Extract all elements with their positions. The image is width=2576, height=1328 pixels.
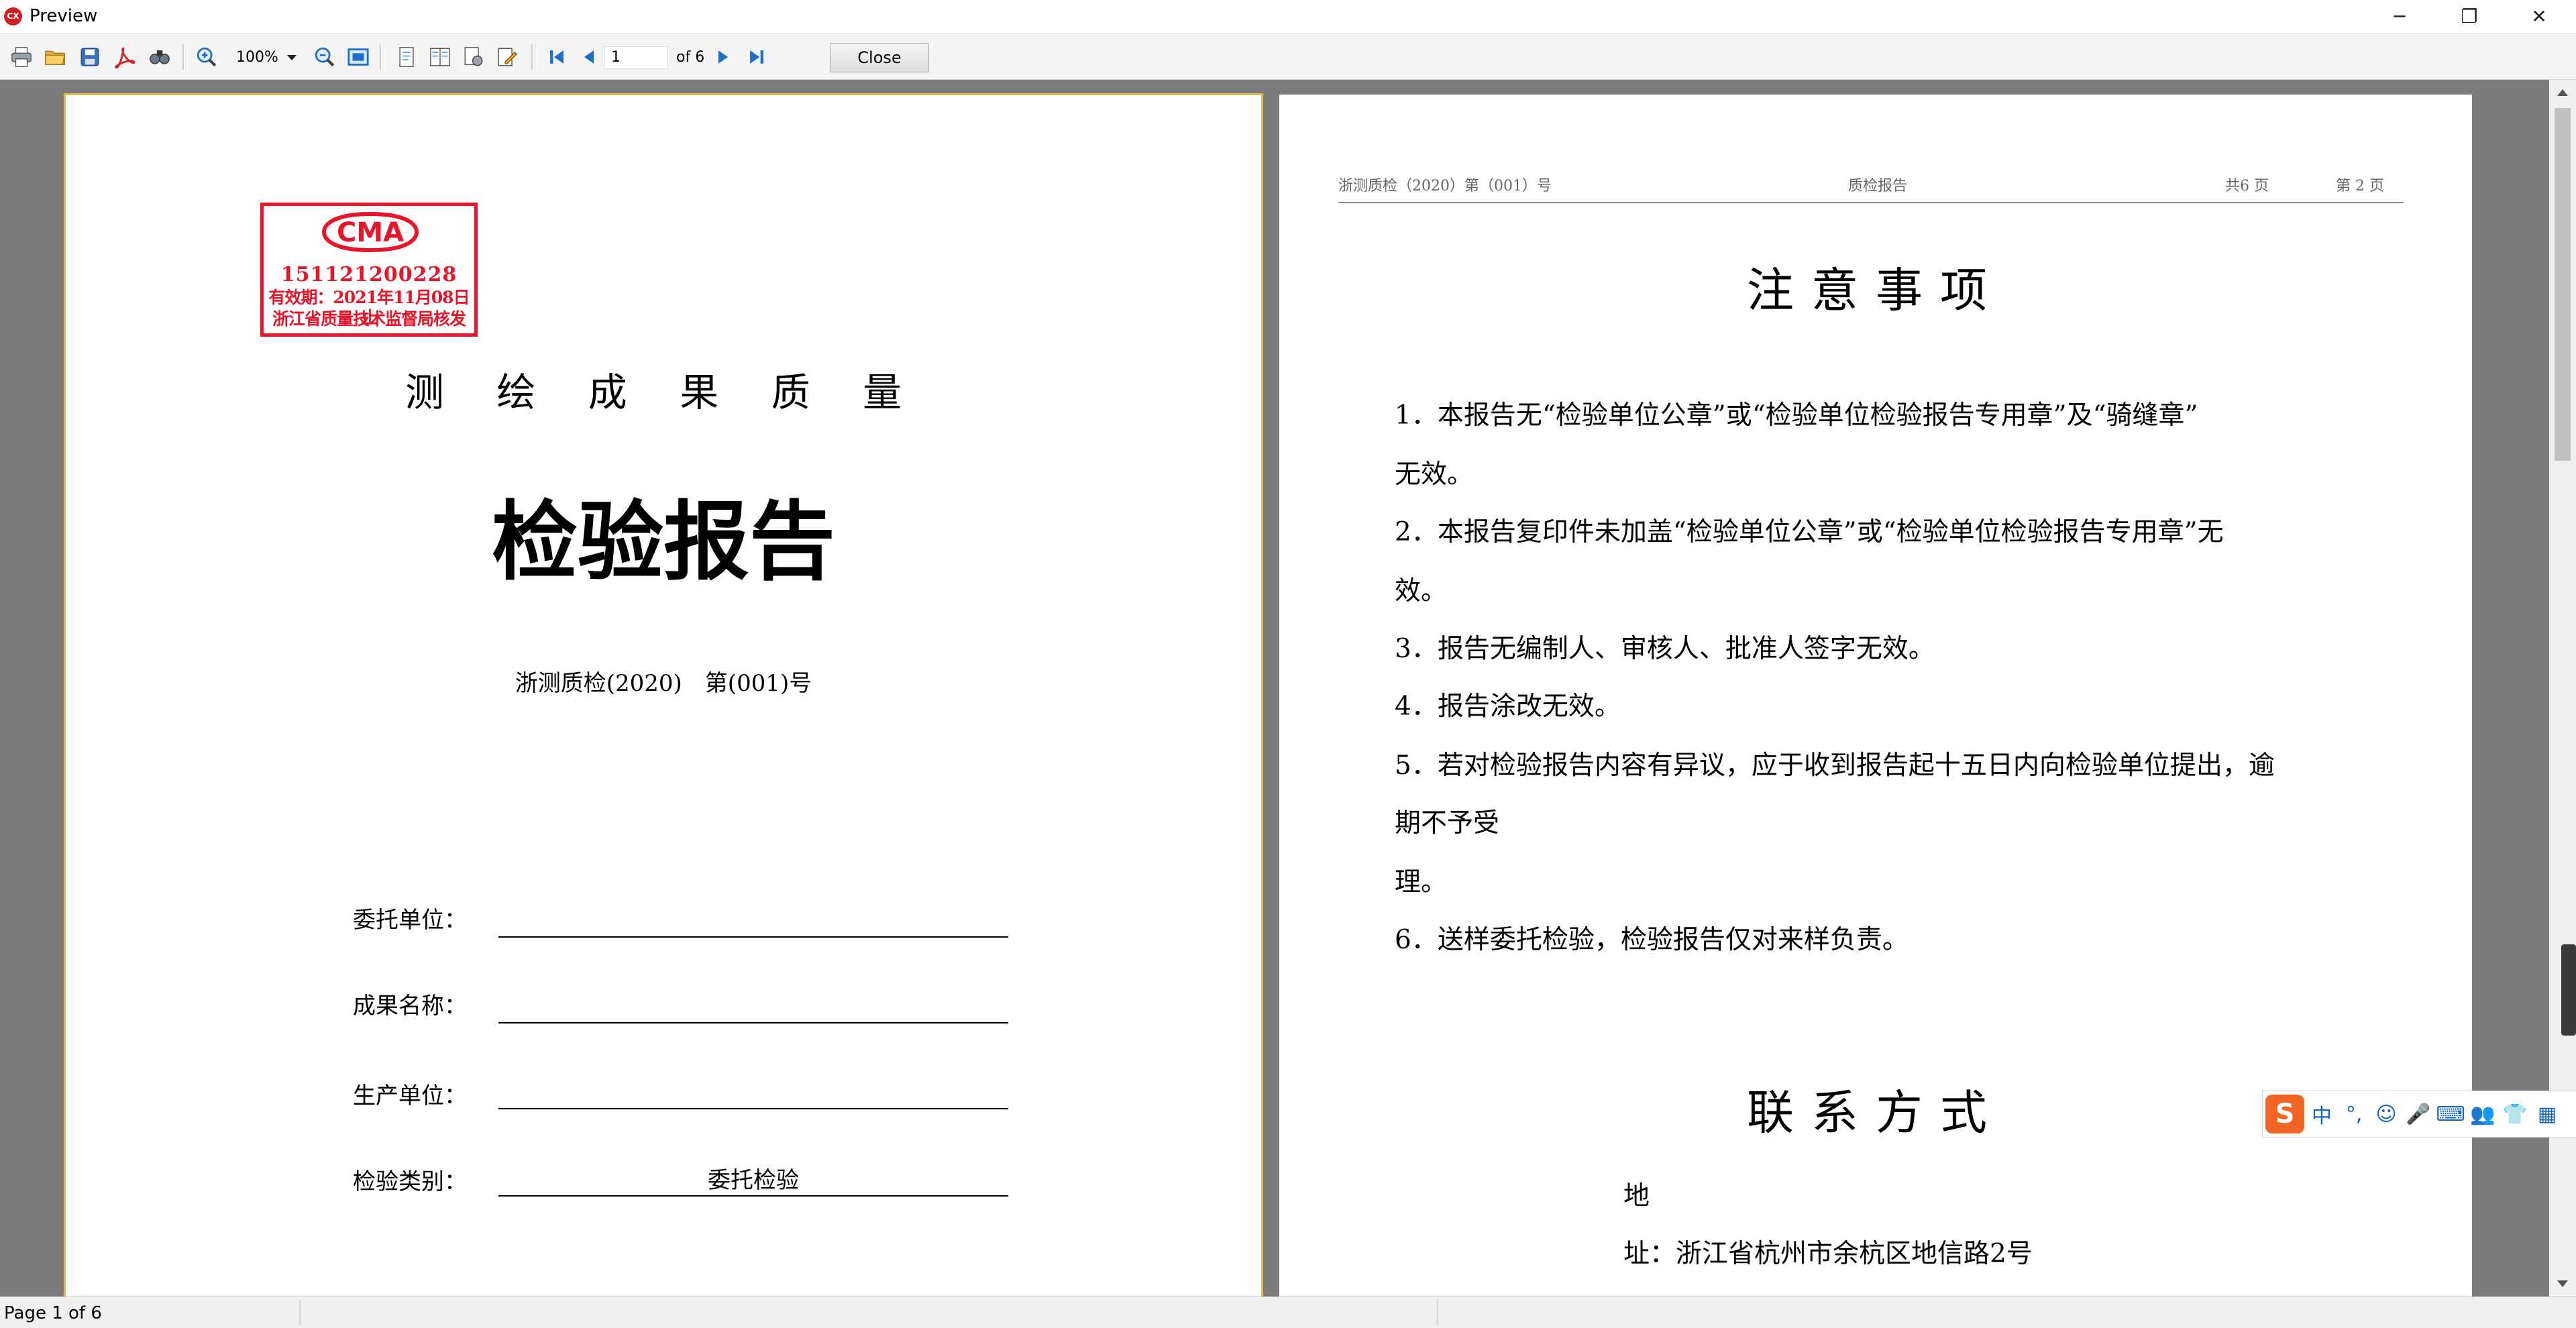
page-setup-icon[interactable] (462, 45, 486, 69)
notice-line: 4．报告涂改无效。 (1395, 691, 1621, 722)
toolbar-separator (531, 44, 533, 70)
producer-unit-value (498, 1078, 1008, 1109)
cma-logo-text: CMA (337, 217, 404, 248)
ime-skin-icon[interactable]: 👕 (2500, 1099, 2530, 1129)
header-total-pages: 共6 页 (2225, 178, 2269, 195)
page-1[interactable]: CMA 151121200228 有效期：2021年11月08日止 浙江省质量技… (64, 93, 1263, 1296)
edit-icon[interactable] (495, 45, 519, 69)
ime-menu-icon[interactable]: ▦ (2532, 1099, 2562, 1129)
zoom-in-icon[interactable] (195, 45, 219, 69)
client-unit-value (498, 907, 1008, 938)
notice-line: 理。 (1395, 867, 1448, 897)
title-bar: CX Preview ─ ❐ ✕ (0, 0, 2576, 34)
ime-toolbar[interactable]: S 中 °, ☺ 🎤 ⌨ 👥 👕 ▦ (2262, 1091, 2576, 1138)
ime-voice-icon[interactable]: 🎤 (2404, 1099, 2433, 1129)
status-divider (299, 1300, 301, 1325)
document-viewer[interactable]: CMA 151121200228 有效期：2021年11月08日止 浙江省质量技… (0, 80, 2549, 1296)
zoom-select[interactable]: 100% (231, 47, 301, 68)
header-divider (1338, 202, 2404, 203)
product-name-label: 成果名称： (353, 993, 467, 1019)
page-number-input[interactable]: 1 (604, 46, 668, 69)
first-page-icon[interactable] (545, 45, 569, 69)
side-panel-handle[interactable] (2561, 944, 2576, 1036)
next-page-icon[interactable] (711, 45, 735, 69)
toolbar: 100% 1 of 6 Close (0, 34, 2576, 80)
page-count-label: of 6 (676, 49, 705, 66)
single-page-icon[interactable] (394, 45, 419, 69)
print-icon[interactable] (9, 45, 34, 69)
close-window-button[interactable]: ✕ (2498, 0, 2576, 33)
header-report-number: 浙测质检（2020）第（001）号 (1338, 178, 1552, 195)
inspection-type-label: 检验类别： (353, 1168, 467, 1195)
window-title: Preview (30, 6, 98, 26)
scrollbar-thumb[interactable] (2555, 108, 2571, 461)
ime-punctuation-icon[interactable]: °, (2339, 1099, 2369, 1129)
inspection-type-value: 委托检验 (498, 1166, 1008, 1197)
open-folder-icon[interactable] (43, 45, 67, 69)
fit-page-icon[interactable] (346, 45, 370, 69)
find-icon[interactable] (148, 45, 172, 69)
notice-line: 期不予受 (1395, 808, 1500, 838)
notice-line: 3．报告无编制人、审核人、批准人签字无效。 (1395, 634, 1935, 664)
ime-emoji-icon[interactable]: ☺ (2371, 1099, 2401, 1129)
notice-line: 效。 (1395, 576, 1448, 606)
header-page-number: 第 2 页 (2336, 178, 2384, 195)
scroll-up-icon[interactable] (2557, 89, 2568, 96)
zoom-out-icon[interactable] (313, 45, 337, 69)
two-page-icon[interactable] (428, 45, 452, 69)
report-subtitle: 测 绘 成 果 质 量 (405, 370, 922, 415)
address-line: 地 (1623, 1181, 1650, 1211)
product-name-value (498, 993, 1008, 1023)
previous-page-icon[interactable] (577, 45, 601, 69)
notice-line: 1．本报告无“检验单位公章”或“检验单位检验报告专用章”及“骑缝章” (1395, 400, 2198, 431)
zoom-value: 100% (236, 49, 278, 66)
cma-stamp: CMA 151121200228 有效期：2021年11月08日止 浙江省质量技… (260, 203, 478, 337)
toolbar-separator (182, 44, 184, 70)
report-title: 检验报告 (491, 492, 835, 592)
ime-language-toggle[interactable]: 中 (2307, 1099, 2337, 1129)
last-page-icon[interactable] (745, 45, 769, 69)
status-divider (1437, 1300, 1438, 1325)
cma-logo-icon: CMA (321, 211, 419, 253)
ime-user-icon[interactable]: 👥 (2468, 1099, 2498, 1129)
scroll-down-icon[interactable] (2557, 1280, 2568, 1287)
notice-line: 无效。 (1395, 459, 1474, 490)
chevron-down-icon (287, 55, 297, 60)
address-line: 址：浙江省杭州市余杭区地信路2号 (1623, 1239, 2033, 1269)
ime-keyboard-icon[interactable]: ⌨ (2436, 1099, 2465, 1129)
notice-line: 5．若对检验报告内容有异议，应于收到报告起十五日内向检验单位提出，逾 (1395, 751, 2275, 781)
report-number: 浙测质检(2020) 第(001)号 (515, 670, 812, 697)
header-doc-type: 质检报告 (1848, 178, 1908, 195)
notice-title: 注意事项 (1747, 263, 2004, 318)
notice-line: 6．送样委托检验，检验报告仅对来样负责。 (1395, 925, 1909, 955)
ime-logo-icon[interactable]: S (2265, 1095, 2304, 1133)
app-icon: CX (4, 7, 22, 25)
toolbar-separator (380, 44, 382, 70)
status-bar: Page 1 of 6 (0, 1296, 2576, 1328)
page-status: Page 1 of 6 (4, 1303, 102, 1323)
notice-line: 2．本报告复印件未加盖“检验单位公章”或“检验单位检验报告专用章”无 (1395, 517, 2224, 547)
producer-unit-label: 生产单位： (353, 1083, 467, 1109)
client-unit-label: 委托单位： (353, 907, 467, 934)
save-icon[interactable] (78, 45, 102, 69)
pdf-export-icon[interactable] (111, 45, 136, 69)
stamp-issuer: 浙江省质量技术监督局核发 (272, 309, 466, 329)
close-button[interactable]: Close (830, 43, 929, 72)
stamp-number: 151121200228 (280, 263, 458, 286)
